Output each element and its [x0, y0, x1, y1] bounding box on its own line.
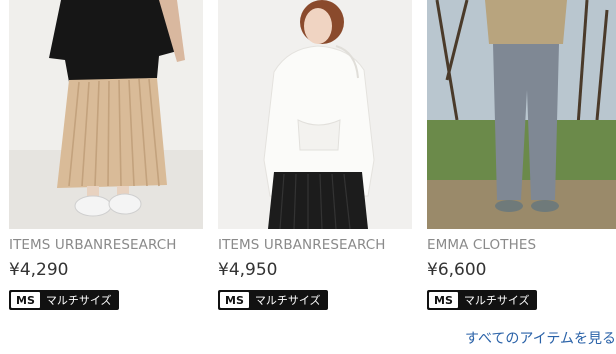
- badge-label: マルチサイズ: [45, 294, 112, 307]
- product-brand[interactable]: EMMA CLOTHES: [427, 237, 616, 253]
- badge-label: マルチサイズ: [254, 294, 321, 307]
- product-brand[interactable]: ITEMS URBANRESEARCH: [9, 237, 203, 253]
- badge-code: MS: [11, 292, 40, 308]
- multi-size-badge: MS マルチサイズ: [9, 290, 119, 310]
- see-all-items-link[interactable]: すべてのアイテムを見る: [465, 330, 616, 348]
- product-image[interactable]: [218, 0, 412, 229]
- product-price: ¥4,290: [9, 260, 69, 280]
- product-price: ¥6,600: [427, 260, 487, 280]
- product-price: ¥4,950: [218, 260, 278, 280]
- product-image[interactable]: [427, 0, 616, 229]
- product-card[interactable]: ITEMS URBANRESEARCH ¥4,950 MS マルチサイズ: [218, 0, 412, 310]
- product-card[interactable]: EMMA CLOTHES ¥6,600 MS マルチサイズ: [427, 0, 616, 310]
- badge-label: マルチサイズ: [463, 294, 530, 307]
- product-brand[interactable]: ITEMS URBANRESEARCH: [218, 237, 412, 253]
- badge-code: MS: [429, 292, 458, 308]
- product-card[interactable]: ITEMS URBANRESEARCH ¥4,290 MS マルチサイズ: [9, 0, 203, 310]
- product-carousel: ITEMS URBANRESEARCH ¥4,290 MS マルチサイズ ITE…: [0, 0, 616, 354]
- product-image[interactable]: [9, 0, 203, 229]
- badge-code: MS: [220, 292, 249, 308]
- multi-size-badge: MS マルチサイズ: [218, 290, 328, 310]
- multi-size-badge: MS マルチサイズ: [427, 290, 537, 310]
